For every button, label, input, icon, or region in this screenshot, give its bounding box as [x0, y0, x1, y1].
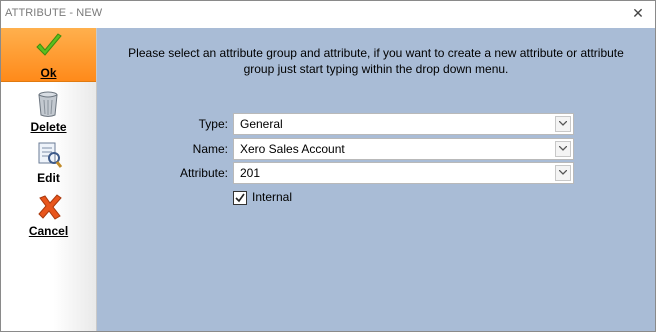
attribute-dialog: ATTRIBUTE - NEW ✕ Ok Delete Edit Cancel …: [0, 0, 656, 332]
edit-label: Edit: [37, 171, 60, 185]
form-panel: Please select an attribute group and att…: [97, 28, 655, 331]
attribute-dropdown[interactable]: 201: [233, 162, 574, 184]
title-bar: ATTRIBUTE - NEW ✕: [1, 1, 655, 27]
name-label: Name:: [192, 142, 228, 156]
chevron-down-icon[interactable]: [555, 141, 571, 157]
edit-button[interactable]: Edit: [1, 139, 96, 185]
attribute-label: Attribute:: [179, 166, 228, 180]
close-button[interactable]: ✕: [627, 3, 649, 23]
cancel-x-icon: [37, 193, 63, 224]
name-row: Name: Xero Sales Account: [97, 138, 655, 160]
internal-checkbox[interactable]: [233, 191, 247, 205]
attribute-row: Attribute: 201: [97, 162, 655, 184]
type-row: Type: General: [97, 113, 655, 135]
type-label: Type:: [198, 117, 228, 131]
delete-label: Delete: [30, 120, 67, 134]
delete-button[interactable]: Delete: [1, 88, 96, 134]
instructions-text: Please select an attribute group and att…: [128, 46, 624, 76]
action-sidebar: Ok Delete Edit Cancel: [1, 28, 97, 331]
name-value: Xero Sales Account: [240, 142, 345, 156]
cancel-label: Cancel: [28, 224, 69, 238]
ok-button[interactable]: Ok: [1, 28, 96, 82]
chevron-down-icon[interactable]: [555, 165, 571, 181]
edit-document-icon: [37, 141, 63, 172]
cancel-button[interactable]: Cancel: [1, 191, 96, 238]
internal-label: Internal: [252, 190, 293, 204]
chevron-down-icon[interactable]: [555, 116, 571, 132]
trash-icon: [36, 90, 60, 121]
type-value: General: [240, 117, 283, 131]
window-title: ATTRIBUTE - NEW: [5, 7, 103, 19]
ok-label: Ok: [40, 66, 57, 80]
name-dropdown[interactable]: Xero Sales Account: [233, 138, 574, 160]
checkmark-icon: [34, 32, 64, 65]
type-dropdown[interactable]: General: [233, 113, 574, 135]
attribute-value: 201: [240, 166, 261, 180]
